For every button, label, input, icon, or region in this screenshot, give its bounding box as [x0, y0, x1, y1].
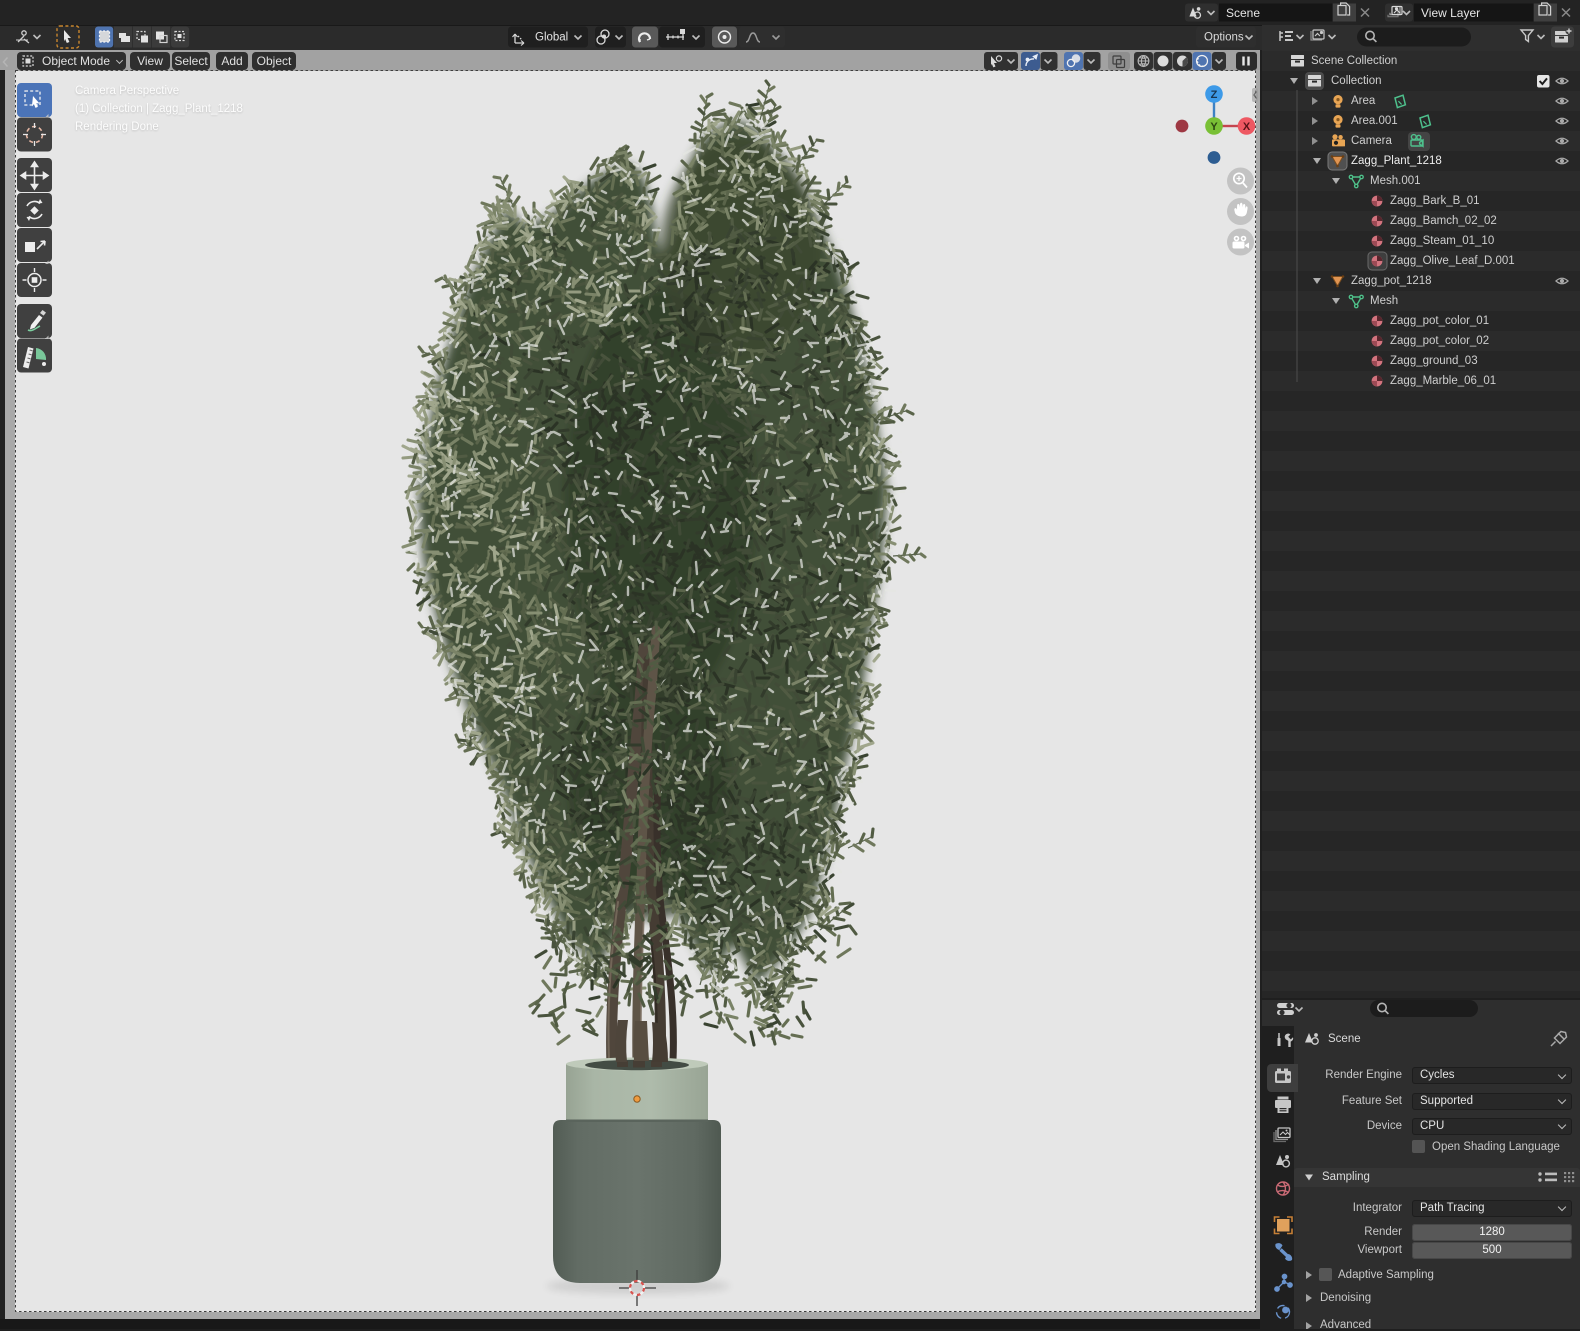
svg-text:X: X	[1243, 121, 1251, 133]
svg-text:Options: Options	[1204, 32, 1244, 44]
svg-text:Z: Z	[1211, 89, 1218, 101]
svg-text:Y: Y	[1210, 121, 1218, 133]
svg-text:Global: Global	[535, 32, 568, 44]
